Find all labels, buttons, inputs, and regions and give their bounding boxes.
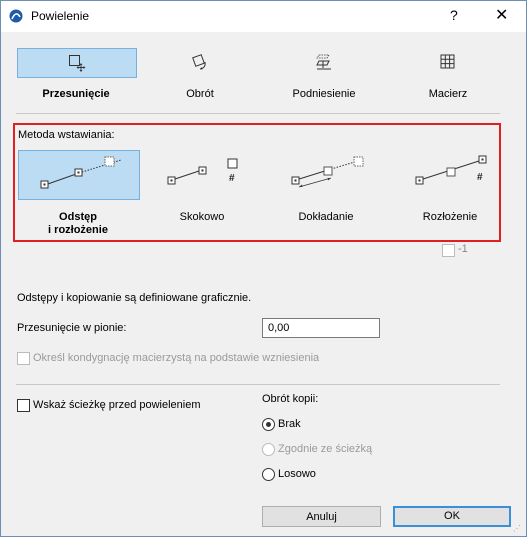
show-path-checkbox[interactable] <box>17 399 30 412</box>
window-title: Powielenie <box>31 9 90 23</box>
ok-button[interactable]: OK <box>393 506 511 527</box>
separator <box>16 113 500 114</box>
svg-text:#: # <box>477 172 483 183</box>
cancel-button[interactable]: Anuluj <box>262 506 381 527</box>
step-icon: # <box>167 158 238 185</box>
title-bar: Powielenie ? ✕ <box>1 1 526 32</box>
app-icon <box>9 9 23 23</box>
method-step-button[interactable]: # <box>142 150 262 198</box>
separator <box>16 384 500 385</box>
rotation-random-label: Losowo <box>278 468 316 480</box>
method-spacing-distribution-button[interactable] <box>18 150 140 200</box>
rotation-path-label: Zgodnie ze ścieżką <box>278 443 373 455</box>
story-checkbox-label: Określ kondygnację macierzystą na podsta… <box>33 352 320 364</box>
rotation-path-radio[interactable] <box>262 443 275 456</box>
help-button[interactable]: ? <box>450 7 458 23</box>
copy-rotation-title: Obrót kopii: <box>262 393 319 405</box>
mode-rotate-label: Obrót <box>186 88 214 100</box>
method-distribution-label: Rozłożenie <box>422 211 478 223</box>
vertical-offset-label: Przesunięcie w pionie: <box>17 322 127 334</box>
method-append-label: Dokładanie <box>298 211 354 223</box>
rotate-icon <box>192 54 206 70</box>
insertion-method-title: Metoda wstawiania: <box>18 129 115 141</box>
close-button[interactable]: ✕ <box>495 5 508 25</box>
append-icon <box>291 156 364 188</box>
matrix-icon <box>440 54 455 69</box>
insertion-method-group: Metoda wstawiania: Odstęp i rozłożenie #… <box>13 123 501 242</box>
vertical-offset-input[interactable]: 0,00 <box>262 318 380 338</box>
rotation-random-radio[interactable] <box>262 468 275 481</box>
resize-grip-icon[interactable]: ⋰ <box>513 524 521 533</box>
distribution-icon: # <box>415 155 487 185</box>
rotation-none-label: Brak <box>278 418 301 430</box>
minus-one-label: -1 <box>458 243 468 255</box>
story-checkbox[interactable] <box>17 352 30 365</box>
spacing-distribution-icon <box>40 156 122 189</box>
mode-matrix-label: Macierz <box>428 88 468 100</box>
mode-matrix-button[interactable] <box>389 48 507 76</box>
mode-move-label: Przesunięcie <box>42 88 110 100</box>
elevate-icon <box>316 54 331 70</box>
duplicate-dialog: Powielenie ? ✕ Przesunięcie Obrót Podnie… <box>0 0 527 537</box>
mode-move-button[interactable] <box>17 48 137 78</box>
dialog-body: Przesunięcie Obrót Podniesienie Macierz <box>1 32 526 536</box>
rotation-none-radio[interactable] <box>262 418 275 431</box>
mode-elevate-label: Podniesienie <box>292 88 356 100</box>
minus-one-checkbox[interactable] <box>442 244 455 257</box>
show-path-label: Wskaż ścieżkę przed powieleniem <box>33 399 201 411</box>
method-append-button[interactable] <box>266 150 386 198</box>
method-spacing-distribution-label: Odstęp i rozłożenie <box>48 211 108 236</box>
method-distribution-button[interactable]: # <box>390 150 510 198</box>
info-text: Odstępy i kopiowanie są definiowane graf… <box>17 292 252 304</box>
method-step-label: Skokowo <box>179 211 225 223</box>
move-icon <box>69 55 86 72</box>
mode-elevate-button[interactable] <box>265 48 383 76</box>
svg-text:#: # <box>229 173 235 184</box>
mode-rotate-button[interactable] <box>141 48 259 76</box>
